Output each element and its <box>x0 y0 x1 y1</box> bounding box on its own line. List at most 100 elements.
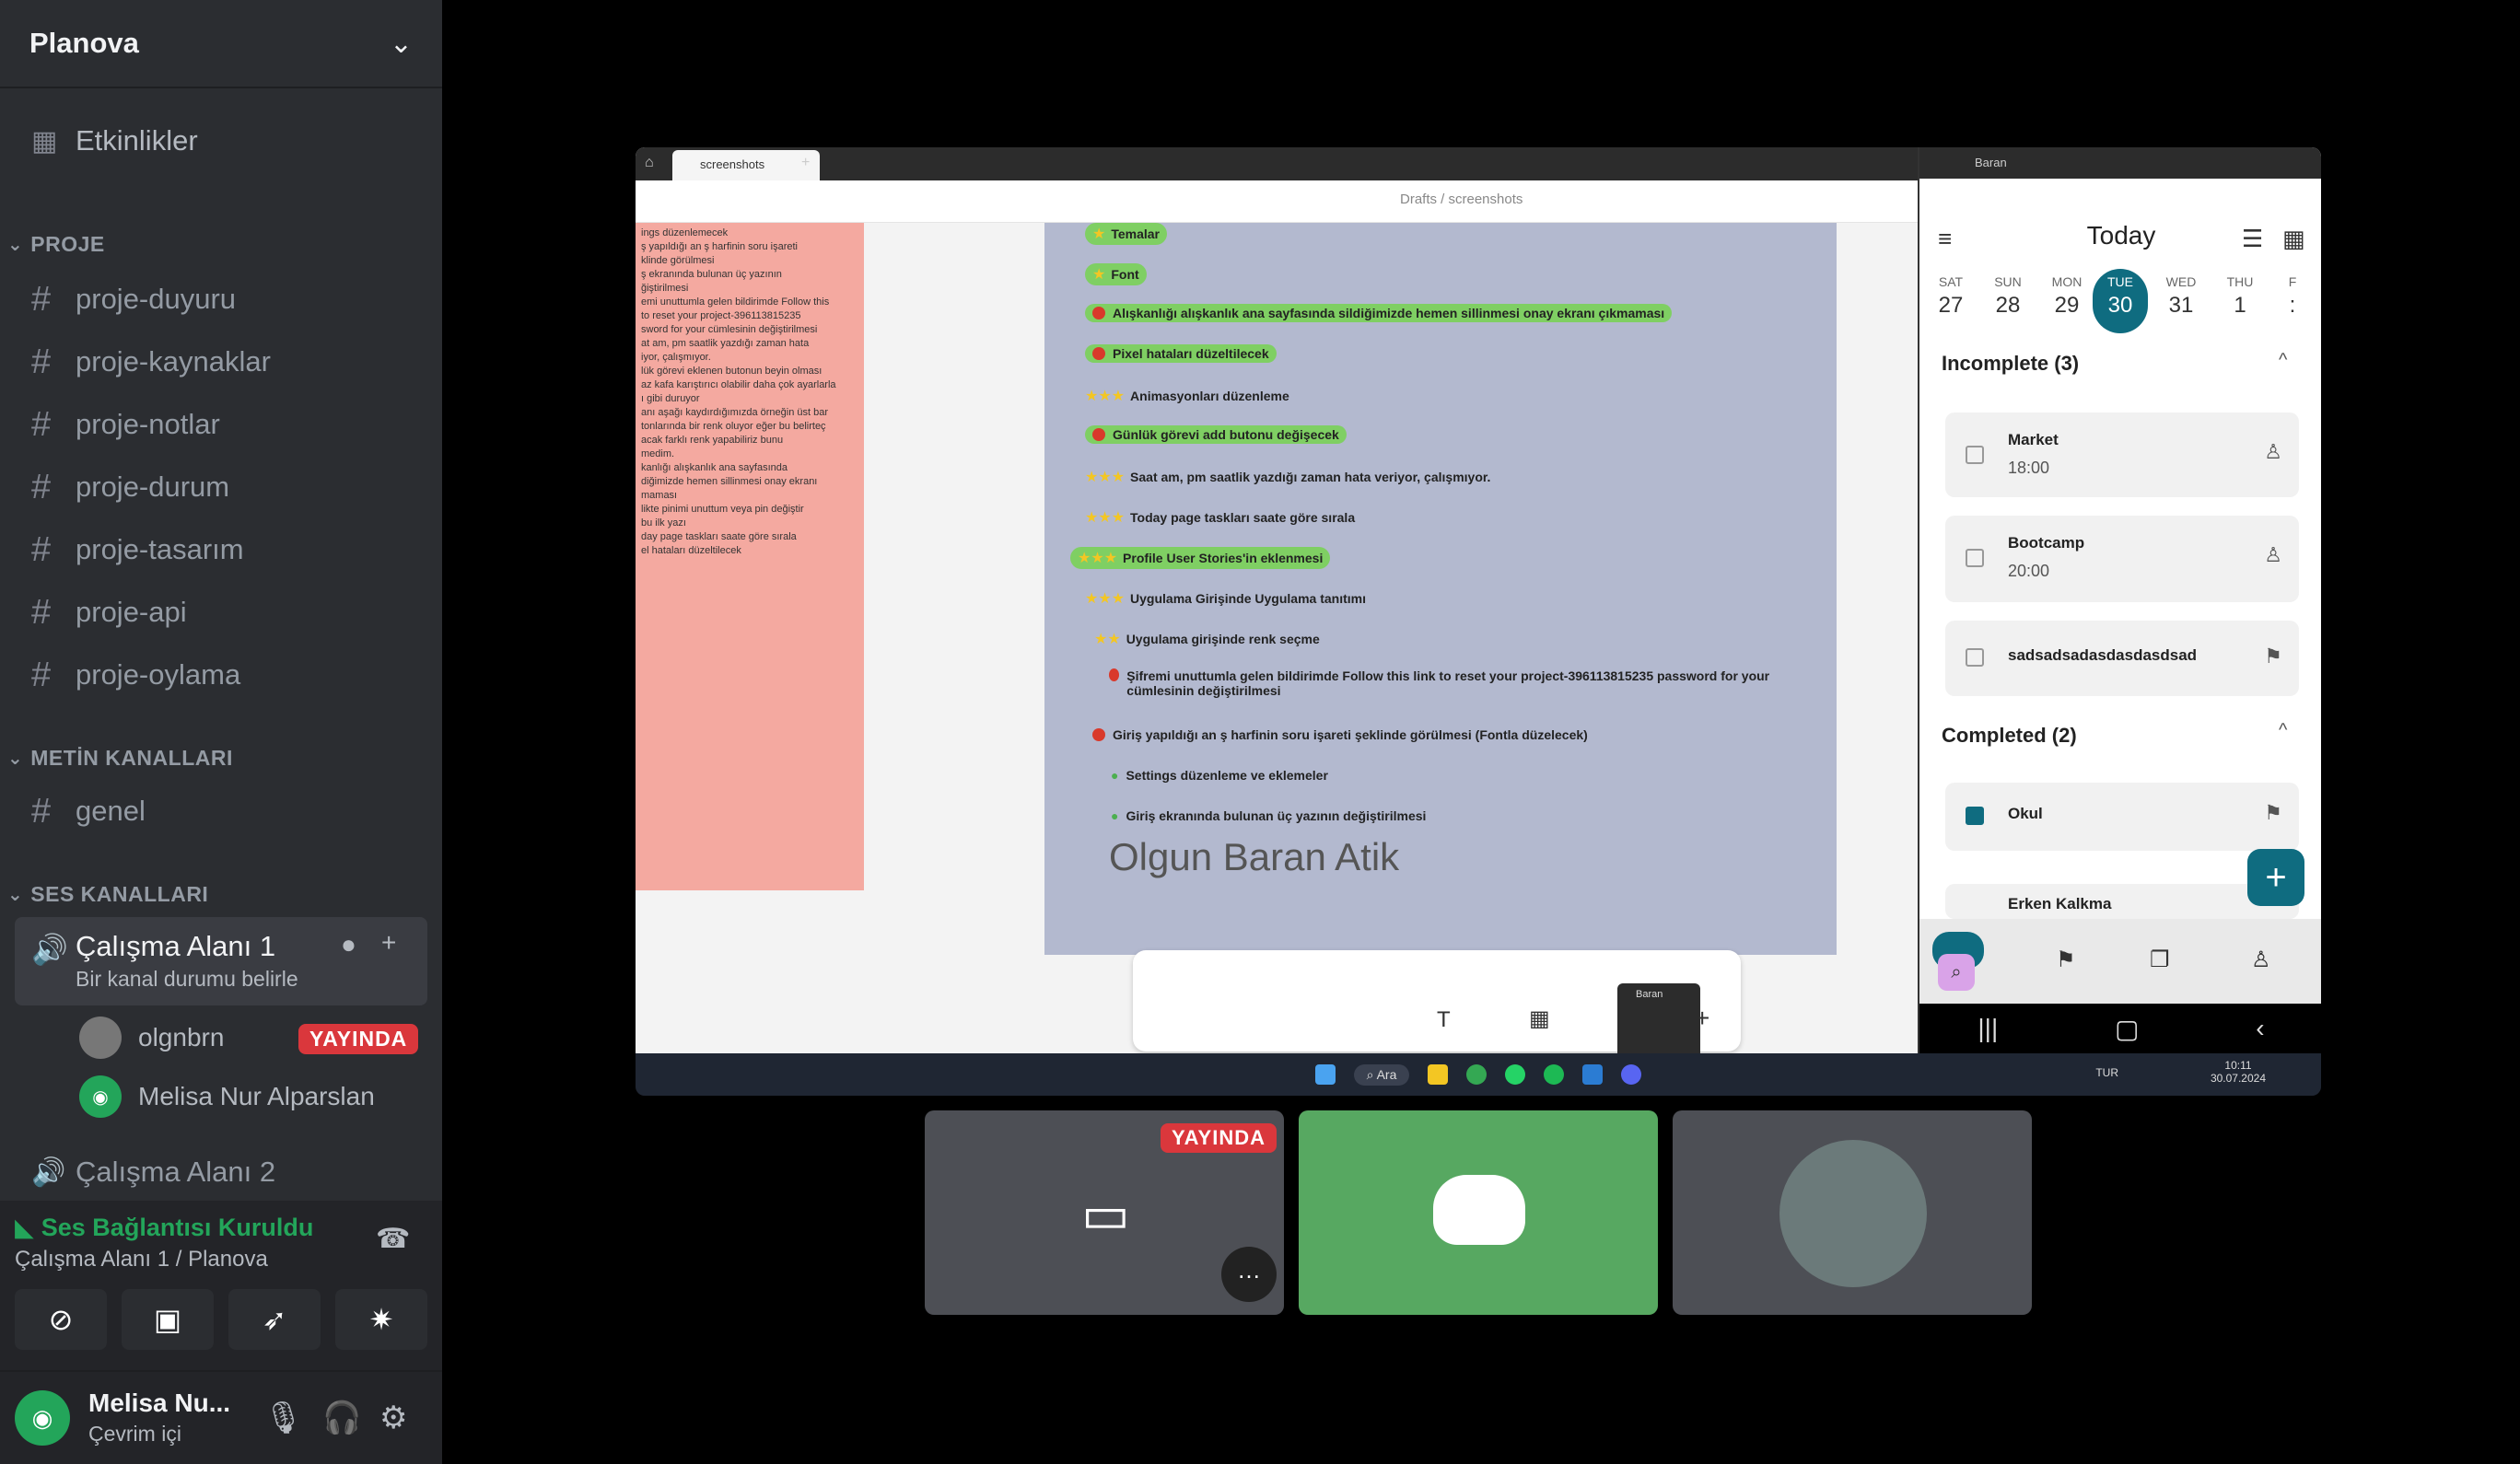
note-item[interactable]: ★★★ Saat am, pm saatlik yazdığı zaman hat… <box>1085 468 1490 486</box>
file-explorer-icon[interactable] <box>1428 1064 1449 1085</box>
chevron-down-icon[interactable]: ⌄ <box>390 28 413 60</box>
day-tue-selected[interactable]: TUE 30 <box>2093 269 2148 333</box>
note-item[interactable]: Pixel hataları düzeltilecek <box>1085 344 1277 363</box>
note-item[interactable]: ★★★ Today page taskları saate göre sırala <box>1085 508 1355 527</box>
add-task-fab[interactable]: + <box>2247 849 2304 906</box>
channel-genel[interactable]: # genel <box>15 784 427 838</box>
participant-tile-olgnbrn[interactable] <box>1673 1110 2032 1315</box>
home-button-icon[interactable]: ▢ <box>2115 1014 2139 1044</box>
chevron-up-icon[interactable]: ^ <box>2279 350 2287 371</box>
flag-icon[interactable]: ⚑ <box>2056 947 2076 973</box>
note-item[interactable]: ★★★ Uygulama Girişinde Uygulama tanıtımı <box>1085 589 1366 608</box>
completed-section[interactable]: Completed (2) <box>1942 724 2077 748</box>
whatsapp-icon[interactable] <box>1505 1064 1526 1085</box>
discord-avatar-icon[interactable]: ◉ <box>15 1390 70 1446</box>
camera-off-button[interactable]: ⊘ <box>15 1289 107 1350</box>
voice-channel-calisma-1[interactable]: 🔊 Çalışma Alanı 1 Bir kanal durumu belir… <box>15 917 427 1005</box>
disconnect-icon[interactable]: ☎ <box>376 1223 410 1255</box>
text-tool-icon[interactable]: T <box>1437 1007 1451 1033</box>
channel-proje-duyuru[interactable]: # proje-duyuru <box>15 273 427 326</box>
note-item[interactable]: Günlük görevi add butonu değişecek <box>1085 425 1347 444</box>
spotify-icon[interactable] <box>1544 1064 1565 1085</box>
new-tab-icon[interactable]: + <box>801 155 810 171</box>
note-item[interactable]: Şifremi unuttumla gelen bildirimde Follo… <box>1109 668 1772 698</box>
settings-gear-icon[interactable]: ⚙ <box>379 1400 407 1436</box>
task-card[interactable]: Bootcamp 20:00 ♙ <box>1945 516 2299 602</box>
recents-icon[interactable]: ||| <box>1978 1014 1998 1043</box>
day-thu[interactable]: THU 1 <box>2212 274 2268 319</box>
soundboard-button[interactable]: ✷ <box>335 1289 427 1350</box>
filter-icon[interactable]: ☰ <box>2242 225 2263 253</box>
note-item[interactable]: ★★★ Animasyonları düzenleme <box>1085 387 1289 405</box>
input-language[interactable]: TUR <box>2095 1066 2118 1079</box>
participant-tile-melisa[interactable] <box>1299 1110 1658 1315</box>
windows-start-icon[interactable] <box>1314 1064 1336 1085</box>
screen-share-button[interactable]: ▣ <box>122 1289 214 1350</box>
system-clock[interactable]: 10:11 30.07.2024 <box>2211 1059 2266 1085</box>
add-member-icon[interactable]: + <box>381 928 396 958</box>
note-item[interactable]: ★ Font <box>1085 263 1147 285</box>
day-mon[interactable]: MON 29 <box>2039 274 2094 319</box>
task-card[interactable]: sadsadsadasdasdasdsad ⚑ <box>1945 621 2299 696</box>
taskbar-search[interactable]: ⌕ Ara <box>1353 1063 1410 1086</box>
figjam-canvas[interactable]: ings düzenlemecek ş yapıldığı an ş harfi… <box>636 223 1919 1096</box>
voice-user-melisa[interactable]: ◉ Melisa Nur Alparslan <box>79 1074 375 1120</box>
voice-connected-status[interactable]: ◣ Ses Bağlantısı Kuruldu <box>15 1214 313 1242</box>
task-checkbox-checked[interactable] <box>1966 807 1984 825</box>
voice-connected-channel[interactable]: Çalışma Alanı 1 / Planova <box>15 1247 268 1272</box>
channel-proje-oylama[interactable]: # proje-oylama <box>15 648 427 702</box>
channel-proje-notlar[interactable]: # proje-notlar <box>15 398 427 451</box>
channel-proje-api[interactable]: # proje-api <box>15 586 427 639</box>
category-proje[interactable]: ⌄ PROJE <box>7 232 105 257</box>
voice-user-olgnbrn[interactable]: olgnbrn <box>79 1015 224 1061</box>
done-task-card[interactable]: Okul ⚑ <box>1945 783 2299 851</box>
discord-taskbar-icon[interactable] <box>1621 1064 1642 1085</box>
note-item[interactable]: ● Settings düzenleme ve eklemeler <box>1111 768 1328 783</box>
breadcrumb[interactable]: Drafts / screenshots <box>1400 192 1522 207</box>
chrome-icon[interactable] <box>1466 1064 1488 1085</box>
user-name[interactable]: Melisa Nu... <box>88 1388 230 1418</box>
voice-channel-calisma-2[interactable]: 🔊 Çalışma Alanı 2 <box>15 1145 427 1199</box>
person-icon[interactable]: ♙ <box>2251 947 2271 973</box>
calendar-icon[interactable]: ▦ <box>2282 225 2305 253</box>
chat-icon[interactable]: ● <box>341 930 356 959</box>
category-metin[interactable]: ⌄ METİN KANALLARI <box>7 746 233 771</box>
browser-tab[interactable]: screenshots <box>672 150 820 180</box>
day-wed[interactable]: WED 31 <box>2153 274 2209 319</box>
chevron-up-icon[interactable]: ^ <box>2279 720 2287 741</box>
note-item[interactable]: ● Giriş ekranında bulunan üç yazının deği… <box>1111 808 1426 823</box>
back-icon[interactable]: ‹ <box>2256 1014 2264 1043</box>
day-fri[interactable]: F: <box>2269 274 2316 319</box>
screen-share-stream[interactable]: ⌂ screenshots + Drafts / screenshots ing… <box>636 147 2321 1096</box>
note-item[interactable]: ★ Temalar <box>1085 223 1168 245</box>
stream-tile[interactable]: YAYINDA ▭ … <box>925 1110 1284 1315</box>
category-ses[interactable]: ⌄ SES KANALLARI <box>7 882 208 907</box>
day-sat[interactable]: SAT 27 <box>1923 274 1978 319</box>
incomplete-section[interactable]: Incomplete (3) <box>1942 352 2079 376</box>
note-item[interactable]: ★★★ Profile User Stories'in eklenmesi <box>1070 547 1331 569</box>
channel-proje-tasarim[interactable]: # proje-tasarım <box>15 523 427 576</box>
events-item[interactable]: ▦ Etkinlikler <box>15 114 427 168</box>
task-card[interactable]: Market 18:00 ♙ <box>1945 412 2299 497</box>
table-tool-icon[interactable]: ▦ <box>1529 1005 1550 1032</box>
home-icon[interactable]: ⌂ <box>645 155 654 171</box>
activity-button[interactable]: ➶ <box>228 1289 321 1350</box>
voice-channel-status[interactable]: Bir kanal durumu belirle <box>76 967 298 992</box>
headphones-icon[interactable]: 🎧 <box>322 1400 361 1436</box>
task-checkbox[interactable] <box>1966 549 1984 567</box>
vscode-icon[interactable] <box>1582 1064 1604 1085</box>
task-checkbox[interactable] <box>1966 648 1984 667</box>
channel-proje-durum[interactable]: # proje-durum <box>15 460 427 514</box>
search-icon[interactable]: ⌕ <box>1938 954 1975 991</box>
channel-proje-kaynaklar[interactable]: # proje-kaynaklar <box>15 335 427 389</box>
done-task-card[interactable]: Erken Kalkma <box>1945 884 2299 919</box>
note-item[interactable]: Giriş yapıldığı an ş harfinin soru işare… <box>1092 727 1588 742</box>
server-header[interactable]: Planova ⌄ <box>0 0 442 88</box>
note-item[interactable]: Alışkanlığı alışkanlık ana sayfasında si… <box>1085 304 1673 322</box>
day-sun[interactable]: SUN 28 <box>1980 274 2036 319</box>
microphone-icon[interactable]: 🎙 <box>263 1400 303 1436</box>
note-item[interactable]: ★★ Uygulama girişinde renk seçme <box>1094 630 1320 648</box>
task-checkbox[interactable] <box>1966 446 1984 464</box>
copy-icon[interactable]: ❐ <box>2150 947 2170 973</box>
more-options-icon[interactable]: … <box>1221 1247 1277 1302</box>
